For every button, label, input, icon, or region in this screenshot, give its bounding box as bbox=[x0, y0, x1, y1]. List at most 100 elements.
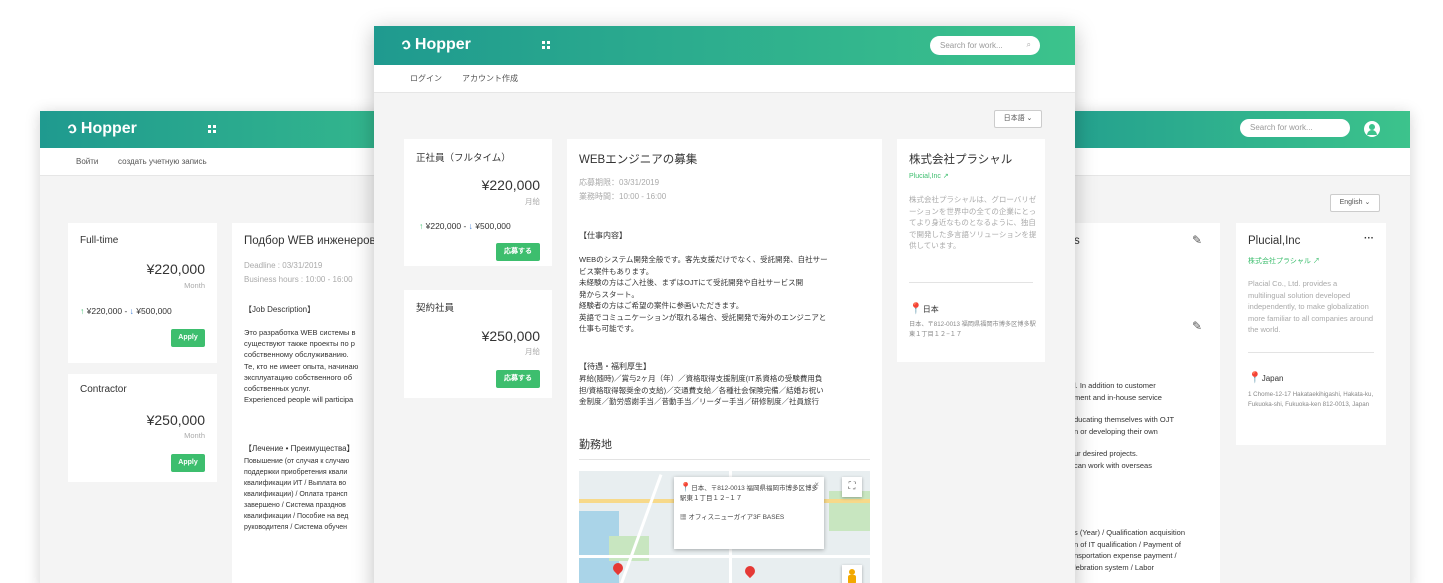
salary-period: Month bbox=[184, 281, 205, 290]
chevron-down-icon: ⌄ bbox=[1026, 115, 1033, 122]
hopper-logo-icon: ↄ bbox=[399, 35, 414, 55]
external-link-icon: ↗ bbox=[942, 173, 949, 180]
language-select[interactable]: English ⌄ bbox=[1330, 194, 1380, 212]
location-pin-icon: 📍 bbox=[680, 482, 692, 492]
signup-link[interactable]: создать учетную запись bbox=[118, 157, 207, 166]
map-popup-address: 📍日本、〒812-0013 福岡県福岡市博多区博多駅東１丁目１２−１７ bbox=[680, 482, 818, 502]
divider bbox=[579, 459, 870, 460]
job-type-card-contractor: Contractor ¥250,000 Month Apply bbox=[68, 374, 217, 482]
job-benefits-text: Повышение (от случая к случаю поддержки … bbox=[244, 458, 350, 531]
login-link[interactable]: ログイン bbox=[410, 73, 442, 84]
job-benefits-heading: 【Лечение • Преимущества】 bbox=[244, 444, 355, 453]
user-avatar-icon[interactable] bbox=[1364, 121, 1380, 137]
job-title: Подбор WEB инженеров bbox=[244, 235, 376, 247]
center-nav: ログイン アカウント作成 bbox=[374, 65, 1075, 93]
search-input[interactable]: Search for work... bbox=[1240, 119, 1350, 137]
apply-button[interactable]: Apply bbox=[171, 454, 205, 472]
job-title: WEBエンジニアの募集 bbox=[579, 154, 698, 166]
location-map[interactable]: 📍日本、〒812-0013 福岡県福岡市博多区博多駅東１丁目１２−１７ ▦ オフ… bbox=[579, 471, 870, 583]
arrow-up-icon: ↑ bbox=[80, 306, 85, 316]
company-address: 日本、〒812-0013 福岡県福岡市博多区博多駅東１丁目１２−１７ bbox=[909, 321, 1036, 338]
job-type-label: 正社員（フルタイム） bbox=[416, 153, 511, 164]
street-view-icon[interactable] bbox=[842, 565, 862, 583]
company-country: 📍日本 bbox=[909, 303, 939, 315]
salary-period: 月給 bbox=[525, 347, 540, 356]
map-road bbox=[618, 474, 663, 583]
job-hours: 業務時間：10:00 - 16:00 bbox=[579, 192, 667, 201]
apply-button[interactable]: 応募する bbox=[496, 243, 540, 261]
map-popup-building: ▦ オフィスニューガイア3F BASES bbox=[680, 514, 785, 521]
job-deadline: 応募期限：03/31/2019 bbox=[579, 178, 660, 187]
company-address: 1 Chome-12-17 Hakataekihigashi, Hakata-k… bbox=[1248, 391, 1374, 408]
job-desc-text: WEBのシステム開発全般です。客先支援だけでなく、受託開発、自社サー ビス案件も… bbox=[579, 255, 828, 333]
job-desc-text: Это разработка WEB системы в существуют … bbox=[244, 328, 359, 405]
center-header: ↄHopper Search for work... ⌕ bbox=[374, 26, 1075, 65]
edit-icon[interactable]: ✎ bbox=[1192, 319, 1202, 333]
job-type-label: Full-time bbox=[80, 235, 119, 246]
job-type-card-fulltime: 正社員（フルタイム） ¥220,000 月給 ↑ ¥220,000 - ↓ ¥5… bbox=[404, 139, 552, 266]
job-desc-heading: 【仕事内容】 bbox=[579, 231, 627, 240]
building-icon: ▦ bbox=[680, 514, 687, 521]
hopper-logo[interactable]: ↄHopper bbox=[399, 35, 471, 55]
location-pin-icon: 📍 bbox=[909, 303, 923, 315]
arrow-down-icon: ↓ bbox=[129, 306, 134, 316]
job-type-card-fulltime: Full-time ¥220,000 Month ↑ ¥220,000 - ↓ … bbox=[68, 223, 217, 363]
apply-button[interactable]: 応募する bbox=[496, 370, 540, 388]
arrow-up-icon: ↑ bbox=[419, 221, 424, 231]
company-link[interactable]: Plucial,Inc ↗ bbox=[909, 172, 949, 180]
external-link-icon: ↗ bbox=[1312, 258, 1320, 265]
job-benefits-text: 昇給(随時)／賞与2ヶ月（年）／資格取得支援制度(IT系資格の受験費用負 担/資… bbox=[579, 374, 824, 406]
map-pin-icon[interactable] bbox=[742, 563, 758, 579]
edit-icon[interactable]: ✎ bbox=[1192, 233, 1202, 247]
divider bbox=[909, 282, 1033, 283]
hopper-logo[interactable]: ↄHopper bbox=[65, 119, 137, 139]
center-window: ↄHopper Search for work... ⌕ ログイン アカウント作… bbox=[374, 26, 1075, 583]
salary-value: ¥220,000 bbox=[146, 261, 205, 277]
salary-period: 月給 bbox=[525, 197, 540, 206]
map-info-popup: 📍日本、〒812-0013 福岡県福岡市博多区博多駅東１丁目１２−１７ ▦ オフ… bbox=[674, 477, 824, 549]
company-description: 株式会社プラシャルは、グローバリゼーションを世界中の全ての企業にとってより身近な… bbox=[909, 195, 1037, 250]
more-options-icon[interactable]: ··· bbox=[1364, 233, 1374, 244]
map-park bbox=[829, 491, 870, 531]
arrow-down-icon: ↓ bbox=[468, 221, 473, 231]
company-link[interactable]: 株式会社プラシャル ↗ bbox=[1248, 256, 1320, 266]
salary-value: ¥250,000 bbox=[146, 412, 205, 428]
job-benefits-heading: 【待遇・福利厚生】 bbox=[579, 362, 651, 371]
language-select[interactable]: 日本語 ⌄ bbox=[994, 110, 1042, 128]
login-link[interactable]: Войти bbox=[76, 157, 98, 166]
close-icon[interactable]: × bbox=[814, 480, 819, 489]
salary-range: ↑ ¥220,000 - ↓ ¥500,000 bbox=[419, 221, 511, 231]
location-pin-icon: 📍 bbox=[1248, 372, 1262, 384]
job-type-card-contractor: 契約社員 ¥250,000 月給 応募する bbox=[404, 290, 552, 398]
job-type-label: 契約社員 bbox=[416, 303, 455, 314]
grid-menu-icon[interactable] bbox=[542, 41, 550, 49]
job-desc-heading: 【Job Description】 bbox=[244, 305, 316, 314]
search-icon: ⌕ bbox=[1026, 40, 1031, 49]
signup-link[interactable]: アカウント作成 bbox=[462, 73, 518, 84]
apply-button[interactable]: Apply bbox=[171, 329, 205, 347]
fullscreen-icon[interactable]: ⛶ bbox=[842, 477, 862, 497]
salary-value: ¥220,000 bbox=[481, 177, 540, 193]
company-name: Plucial,Inc bbox=[1248, 235, 1301, 247]
map-road bbox=[579, 555, 870, 558]
grid-menu-icon[interactable] bbox=[208, 125, 216, 133]
job-benefits-text: s (Year) / Qualification acquisition n o… bbox=[1074, 528, 1186, 572]
salary-period: Month bbox=[184, 431, 205, 440]
chevron-down-icon: ⌄ bbox=[1364, 199, 1371, 206]
search-input[interactable]: Search for work... ⌕ bbox=[930, 36, 1040, 55]
company-description: Placial Co., Ltd. provides a multilingua… bbox=[1248, 279, 1374, 334]
job-deadline: Deadline : 03/31/2019 bbox=[244, 261, 323, 270]
divider bbox=[1248, 352, 1374, 353]
screenshot-scene: ↄHopper Войти создать учетную запись Ful… bbox=[0, 0, 1443, 583]
salary-range: ↑ ¥220,000 - ↓ ¥500,000 bbox=[80, 306, 172, 316]
job-type-label: Contractor bbox=[80, 384, 127, 395]
hopper-logo-icon: ↄ bbox=[65, 119, 80, 139]
location-heading: 勤務地 bbox=[579, 439, 612, 451]
company-name: 株式会社プラシャル bbox=[909, 154, 1013, 166]
company-country: 📍Japan bbox=[1248, 372, 1284, 384]
salary-value: ¥250,000 bbox=[481, 328, 540, 344]
company-card: 株式会社プラシャル Plucial,Inc ↗ 株式会社プラシャルは、グローバリ… bbox=[897, 139, 1045, 362]
job-hours: Business hours : 10:00 - 16:00 bbox=[244, 275, 353, 284]
job-detail-card: WEBエンジニアの募集 応募期限：03/31/2019 業務時間：10:00 -… bbox=[567, 139, 882, 583]
job-desc-text: l. In addition to customer ment and in-h… bbox=[1074, 381, 1175, 470]
